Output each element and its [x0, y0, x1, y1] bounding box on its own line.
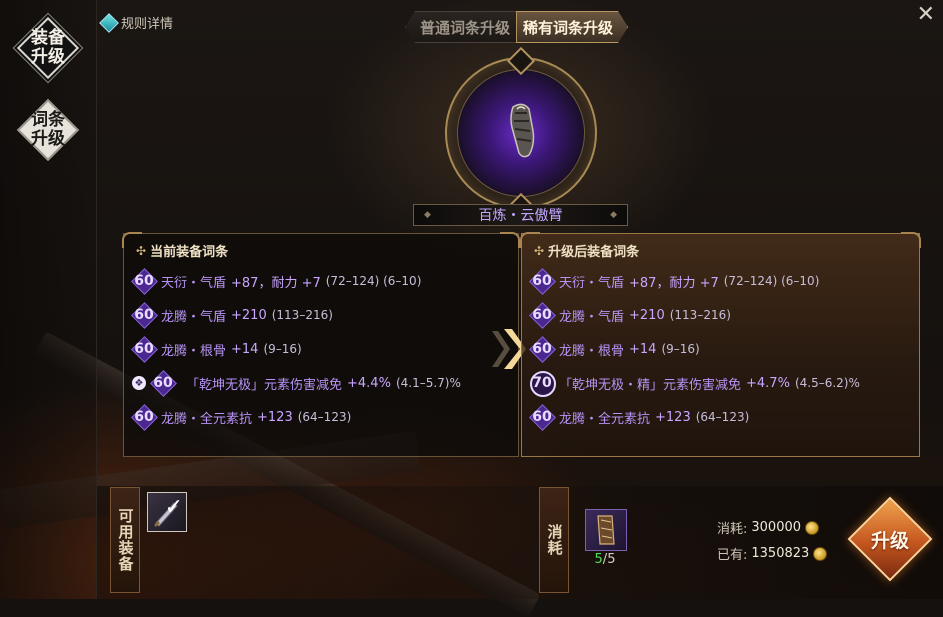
- upgraded-affix-panel: ✣ 升级后装备词条 60 天衍・气盾 +87，耐力 +7 (72–124) (6…: [520, 232, 921, 457]
- affix-value: +14: [629, 341, 657, 357]
- affix-range: (4.1–5.7)%: [395, 376, 461, 390]
- nav-equip-upgrade-label: 装备 升级: [31, 28, 65, 67]
- consume-material-slot[interactable]: [585, 509, 627, 551]
- affix-name: 龙腾・根骨: [559, 343, 625, 359]
- affix-name: 天衍・气盾: [161, 275, 227, 291]
- affix-value: +123: [655, 409, 691, 425]
- affix-name: 「乾坤无极・精」元素伤害减免: [559, 377, 742, 393]
- affix-row: 60 龙腾・全元素抗 +123 (64–123): [132, 405, 351, 429]
- affix-row-rare[interactable]: ❖ 60 「乾坤无极」元素伤害减免 +4.4% (4.1–5.7)%: [132, 371, 461, 395]
- coin-icon: [805, 520, 820, 535]
- affix-range: (113–216): [271, 308, 333, 322]
- owned-label: 已有:: [717, 548, 748, 563]
- current-affix-title-text: 当前装备词条: [150, 245, 229, 260]
- current-affix-panel: ✣ 当前装备词条 60 天衍・气盾 +87，耐力 +7 (72–124) (6–…: [122, 232, 520, 457]
- affix-level-badge: 60: [132, 269, 156, 293]
- affix-range: (64–123): [297, 410, 352, 424]
- affix-name: 「乾坤无极」元素伤害减免: [186, 377, 343, 393]
- current-affix-title: ✣ 当前装备词条: [136, 241, 229, 261]
- cost-label: 消耗:: [717, 522, 748, 537]
- affix-value: +87，耐力 +7: [629, 275, 719, 291]
- arm-guard-icon: [510, 103, 535, 158]
- info-gem-icon: [99, 12, 119, 33]
- material-scroll-icon: [597, 515, 615, 545]
- left-nav: 装备 升级 词条 升级: [0, 0, 97, 599]
- affix-value: +4.7%: [746, 375, 790, 391]
- affix-row-rare-upgraded[interactable]: 70 「乾坤无极・精」元素伤害减免 +4.7% (4.5–6.2)%: [530, 371, 860, 397]
- affix-level-badge: 60: [151, 371, 175, 395]
- affix-level-badge: 60: [132, 405, 156, 429]
- affix-name: 龙腾・根骨: [161, 343, 227, 359]
- rules-details-label: 规则详情: [121, 17, 174, 32]
- affix-value: +123: [257, 409, 293, 425]
- coin-icon: [813, 546, 828, 561]
- affix-value: +210: [629, 307, 665, 323]
- affix-value: +4.4%: [347, 375, 391, 391]
- affix-value: +87，耐力 +7: [231, 275, 321, 291]
- upgraded-affix-title: ✣ 升级后装备词条: [534, 241, 640, 261]
- affix-row: 60 天衍・气盾 +87，耐力 +7 (72–124) (6–10): [530, 269, 819, 293]
- affix-range: (4.5–6.2)%: [794, 376, 860, 390]
- affix-range: (72–124) (6–10): [723, 274, 820, 288]
- affix-level-badge-upgraded: 70: [530, 371, 556, 397]
- tab-normal-affix[interactable]: 普通词条升级: [405, 11, 517, 43]
- rules-details-link[interactable]: 规则详情: [99, 12, 174, 33]
- item-name: 百炼・云傲臂: [413, 204, 628, 226]
- affix-range: (9–16): [263, 342, 302, 356]
- consume-label: 消耗: [539, 487, 569, 593]
- cost-value: 300000: [751, 520, 802, 535]
- consume-material-count: 5/5: [594, 552, 616, 567]
- affix-level-badge: 60: [530, 405, 554, 429]
- affix-range: (64–123): [695, 410, 750, 424]
- affix-range: (9–16): [661, 342, 700, 356]
- affix-row: 60 龙腾・气盾 +210 (113–216): [132, 303, 333, 327]
- affix-row: 60 龙腾・全元素抗 +123 (64–123): [530, 405, 749, 429]
- affix-name: 龙腾・全元素抗: [161, 411, 253, 427]
- owned-value: 1350823: [751, 546, 810, 561]
- affix-value: +210: [231, 307, 267, 323]
- affix-row: 60 龙腾・根骨 +14 (9–16): [530, 337, 700, 361]
- affix-value: +14: [231, 341, 259, 357]
- affix-level-badge: 60: [132, 303, 156, 327]
- affix-row: 60 龙腾・气盾 +210 (113–216): [530, 303, 731, 327]
- affix-level-badge: 60: [132, 337, 156, 361]
- nav-affix-upgrade-label: 词条 升级: [31, 110, 65, 149]
- affix-name: 天衍・气盾: [559, 275, 625, 291]
- panel-corner-ornament: [500, 232, 520, 248]
- available-equipment-label: 可用装备: [110, 487, 140, 593]
- affix-level-badge: 60: [530, 337, 554, 361]
- affix-level-badge: 60: [530, 303, 554, 327]
- affix-name: 龙腾・气盾: [161, 309, 227, 325]
- upgrade-button[interactable]: 升级: [847, 496, 933, 582]
- affix-range: (72–124) (6–10): [325, 274, 422, 288]
- item-display: [445, 46, 597, 222]
- owned-row: 已有: 1350823: [717, 544, 828, 563]
- affix-tabs: 普通词条升级 稀有词条升级: [405, 11, 628, 43]
- affix-name: 龙腾・全元素抗: [559, 411, 651, 427]
- nav-equip-upgrade[interactable]: 装备 升级: [16, 16, 80, 80]
- available-equipment-slot[interactable]: ✓: [147, 492, 187, 532]
- upgrade-button-label: 升级: [870, 529, 909, 552]
- cost-row: 消耗: 300000: [717, 518, 820, 537]
- checkmark-icon: ✓: [164, 495, 183, 520]
- affix-name: 龙腾・气盾: [559, 309, 625, 325]
- affix-level-badge: 60: [530, 269, 554, 293]
- affix-row: 60 龙腾・根骨 +14 (9–16): [132, 337, 302, 361]
- tab-rare-affix[interactable]: 稀有词条升级: [516, 11, 628, 43]
- sparkle-icon: ✣: [136, 243, 147, 258]
- nav-affix-upgrade[interactable]: 词条 升级: [16, 98, 80, 162]
- sparkle-icon: ✣: [534, 243, 545, 258]
- rare-affix-icon: ❖: [132, 376, 146, 390]
- affix-range: (113–216): [669, 308, 731, 322]
- panel-corner-ornament: [901, 232, 921, 248]
- bottom-bar: [97, 486, 943, 599]
- affix-row: 60 天衍・气盾 +87，耐力 +7 (72–124) (6–10): [132, 269, 421, 293]
- close-icon[interactable]: ✕: [917, 2, 935, 27]
- upgraded-affix-title-text: 升级后装备词条: [548, 245, 640, 260]
